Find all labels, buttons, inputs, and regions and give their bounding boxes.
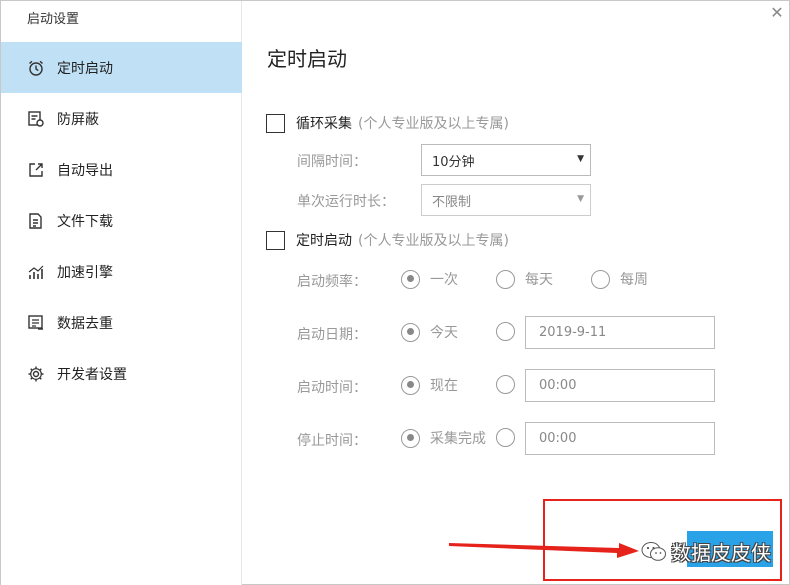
gear-icon <box>27 365 45 383</box>
radio-label: 采集完成 <box>430 431 486 447</box>
loop-collect-checkbox[interactable] <box>266 113 285 133</box>
shield-list-icon <box>27 110 45 128</box>
sidebar-item-label: 自动导出 <box>57 162 113 179</box>
sidebar-item-label: 文件下载 <box>57 213 113 230</box>
sidebar-item-label: 定时启动 <box>57 60 113 77</box>
start-time-radio-now[interactable]: 现在 <box>401 375 458 395</box>
interval-value: 10分钟 <box>432 154 475 170</box>
stop-time-radio-complete[interactable]: 采集完成 <box>401 428 486 448</box>
start-time-radio-custom[interactable] <box>496 375 515 394</box>
sidebar-item-label: 防屏蔽 <box>57 111 99 128</box>
sidebar-item-speed-engine[interactable]: 加速引擎 <box>1 246 242 297</box>
radio-label: 现在 <box>430 378 458 394</box>
sidebar-item-scheduled-start[interactable]: 定时启动 <box>1 42 242 93</box>
sidebar: 启动设置 定时启动 防屏蔽 自动导出 文件下载 加速引擎 数据去重 开发者设置 <box>1 1 242 585</box>
confirm-button[interactable] <box>687 531 773 567</box>
scheduled-start-label: 定时启动 <box>296 233 352 249</box>
radio-label: 一次 <box>430 272 458 288</box>
scheduled-start-note: (个人专业版及以上专属) <box>358 233 509 249</box>
page-title: 定时启动 <box>267 47 347 71</box>
start-date-radio-today[interactable]: 今天 <box>401 322 458 342</box>
radio-dot <box>401 375 420 395</box>
radio-label: 今天 <box>430 325 458 341</box>
chart-rising-icon <box>27 263 45 281</box>
scheduled-start-checkbox[interactable] <box>266 230 285 250</box>
alarm-clock-icon <box>27 59 45 77</box>
radio-label: 每天 <box>525 272 553 288</box>
start-date-field[interactable]: 2019-9-11 <box>525 316 715 349</box>
radio-dot <box>401 269 420 289</box>
radio-dot <box>496 375 515 394</box>
run-duration-label: 单次运行时长： <box>297 194 395 210</box>
start-date-label: 启动日期： <box>297 327 367 343</box>
file-download-icon <box>27 212 45 230</box>
stop-time-radio-custom[interactable] <box>496 428 515 447</box>
radio-dot <box>496 428 515 447</box>
dropdown-arrow-icon: ▼ <box>577 154 584 164</box>
sidebar-nav: 定时启动 防屏蔽 自动导出 文件下载 加速引擎 数据去重 开发者设置 <box>1 42 242 399</box>
frequency-radio-once[interactable]: 一次 <box>401 269 458 289</box>
radio-label: 每周 <box>620 272 648 288</box>
sidebar-item-label: 开发者设置 <box>57 366 127 383</box>
sidebar-item-label: 加速引擎 <box>57 264 113 281</box>
loop-collect-note: (个人专业版及以上专属) <box>358 116 509 132</box>
dedupe-list-icon <box>27 314 45 332</box>
radio-dot <box>401 322 420 342</box>
window-title: 启动设置 <box>27 12 80 27</box>
radio-dot <box>591 269 610 289</box>
radio-dot <box>401 428 420 448</box>
settings-panel: ✕ 定时启动 循环采集 (个人专业版及以上专属) 间隔时间： 10分钟 ▼ 单次… <box>242 1 790 585</box>
loop-collect-label: 循环采集 <box>296 116 352 132</box>
frequency-radio-daily[interactable]: 每天 <box>496 269 553 289</box>
interval-select[interactable]: 10分钟 ▼ <box>421 144 591 176</box>
loop-collect-row: 循环采集 (个人专业版及以上专属) <box>266 112 509 134</box>
stop-time-field[interactable]: 00:00 <box>525 422 715 455</box>
sidebar-item-developer-settings[interactable]: 开发者设置 <box>1 348 242 399</box>
export-icon <box>27 161 45 179</box>
sidebar-item-file-download[interactable]: 文件下载 <box>1 195 242 246</box>
annotation-arrow <box>449 543 639 558</box>
sidebar-item-dedupe[interactable]: 数据去重 <box>1 297 242 348</box>
start-time-field[interactable]: 00:00 <box>525 369 715 402</box>
sidebar-item-label: 数据去重 <box>57 315 113 332</box>
sidebar-item-auto-export[interactable]: 自动导出 <box>1 144 242 195</box>
start-time-label: 启动时间： <box>297 380 367 396</box>
frequency-label: 启动频率： <box>297 274 367 290</box>
scheduled-start-row: 定时启动 (个人专业版及以上专属) <box>266 229 509 251</box>
run-duration-value: 不限制 <box>432 194 472 210</box>
radio-dot <box>496 269 515 289</box>
run-duration-select[interactable]: 不限制 ▼ <box>421 184 591 216</box>
radio-dot <box>496 322 515 341</box>
interval-label: 间隔时间： <box>297 154 367 170</box>
stop-time-label: 停止时间： <box>297 433 367 449</box>
settings-window: 启动设置 定时启动 防屏蔽 自动导出 文件下载 加速引擎 数据去重 开发者设置 … <box>0 0 790 585</box>
start-date-radio-custom[interactable] <box>496 322 515 341</box>
frequency-radio-weekly[interactable]: 每周 <box>591 269 648 289</box>
dropdown-arrow-icon: ▼ <box>577 194 584 204</box>
sidebar-item-anti-block[interactable]: 防屏蔽 <box>1 93 242 144</box>
close-icon[interactable]: ✕ <box>769 5 785 21</box>
